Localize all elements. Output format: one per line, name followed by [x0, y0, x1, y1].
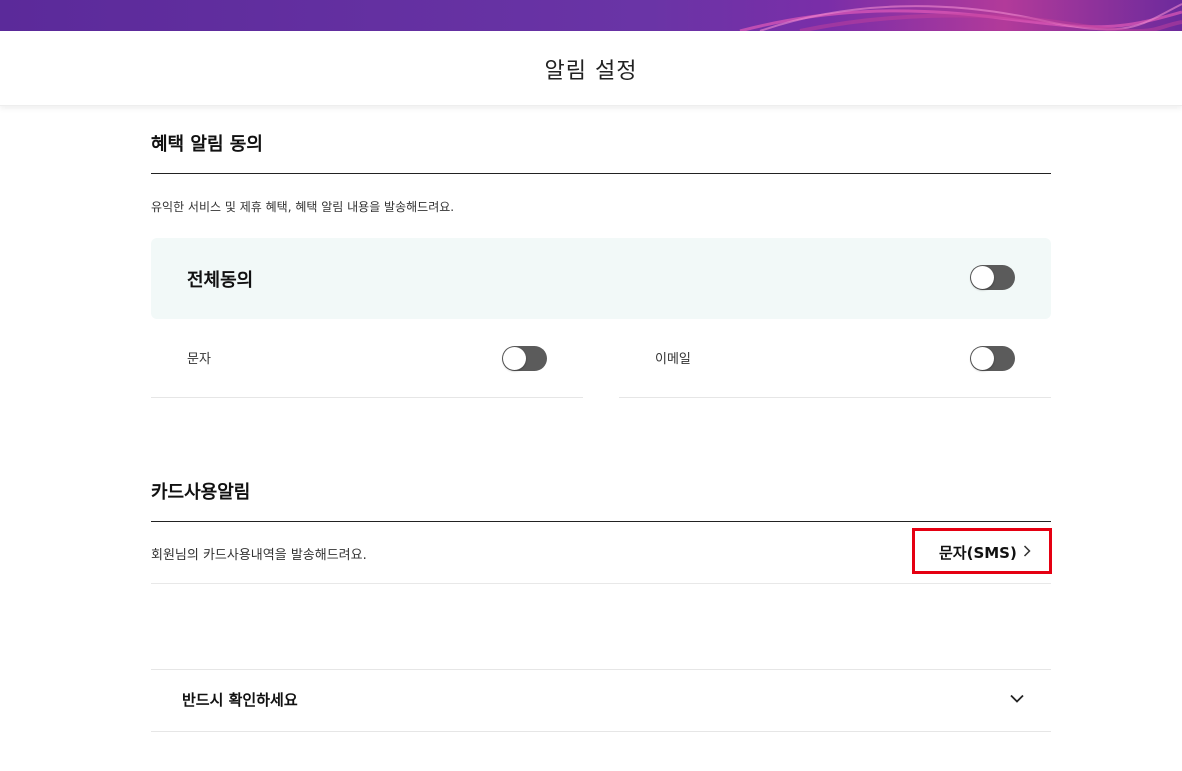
all-agree-label: 전체동의	[187, 270, 254, 291]
chevron-down-icon	[1010, 694, 1024, 703]
sms-consent-label: 문자	[187, 352, 211, 367]
email-consent-row: 이메일	[619, 319, 1051, 398]
card-usage-description: 회원님의 카드사용내역을 발송해드려요.	[151, 548, 367, 563]
card-section-title: 카드사용알림	[151, 482, 251, 503]
benefit-section-title: 혜택 알림 동의	[151, 134, 263, 155]
sms-method-link[interactable]: 문자(SMS)	[912, 528, 1052, 574]
notice-accordion[interactable]: 반드시 확인하세요	[151, 669, 1051, 732]
sms-consent-row: 문자	[151, 319, 583, 398]
all-agree-toggle[interactable]	[970, 265, 1015, 290]
toggle-knob	[503, 347, 526, 370]
banner-wave-decoration	[739, 3, 1182, 31]
sms-consent-toggle[interactable]	[502, 346, 547, 371]
benefit-section-divider	[151, 173, 1051, 174]
card-usage-row: 회원님의 카드사용내역을 발송해드려요. 문자(SMS)	[151, 522, 1052, 584]
email-consent-toggle[interactable]	[970, 346, 1015, 371]
toggle-knob	[971, 347, 994, 370]
sms-method-label: 문자(SMS)	[939, 544, 1017, 562]
top-banner	[0, 0, 1182, 31]
email-consent-label: 이메일	[655, 352, 691, 367]
page-header: 알림 설정	[0, 31, 1182, 106]
toggle-knob	[971, 266, 994, 289]
all-agree-panel: 전체동의	[151, 238, 1051, 319]
notice-label: 반드시 확인하세요	[182, 691, 298, 709]
page-title: 알림 설정	[544, 59, 638, 84]
chevron-right-icon	[1023, 545, 1031, 557]
benefit-section-description: 유익한 서비스 및 제휴 혜택, 혜택 알림 내용을 발송해드려요.	[151, 200, 455, 214]
